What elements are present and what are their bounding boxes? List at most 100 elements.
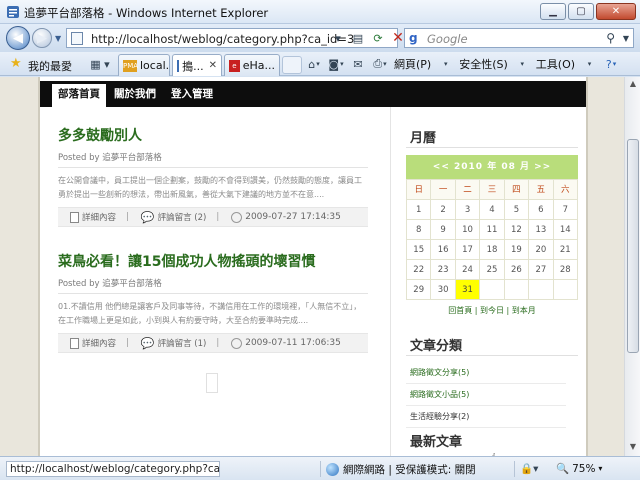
calendar-day[interactable]: 29: [407, 280, 432, 300]
calendar-weekday: 一: [431, 180, 456, 200]
protected-mode-icon[interactable]: 🔒▾: [520, 462, 538, 475]
clock-icon: [231, 337, 243, 349]
nav-about[interactable]: 關於我們: [110, 81, 160, 107]
post-date: 2009-07-27 17:14:35: [231, 211, 341, 223]
post-divider: [58, 167, 368, 168]
forward-button[interactable]: ▶: [32, 28, 52, 48]
calendar-day[interactable]: 31: [455, 280, 481, 300]
address-url[interactable]: http://localhost/weblog/category.php?ca_…: [91, 32, 354, 46]
calendar-weekday: 日: [407, 180, 432, 200]
calendar-day[interactable]: 6: [529, 200, 554, 220]
back-button[interactable]: ◀: [6, 26, 30, 50]
read-more-link[interactable]: 詳細內容: [70, 337, 116, 349]
nav-login[interactable]: 登入管理: [166, 81, 218, 107]
tab-localhost[interactable]: PMA local...: [118, 54, 170, 76]
calendar-day[interactable]: 11: [480, 220, 505, 240]
google-icon: g: [409, 31, 418, 45]
zoom-control[interactable]: 🔍 75% ▾: [556, 462, 602, 476]
calendar-day[interactable]: 25: [480, 260, 505, 280]
calendar-links[interactable]: 回首頁 | 到今日 | 到本月: [406, 305, 578, 316]
minimize-button[interactable]: ▁: [540, 3, 566, 20]
page-menu[interactable]: 網頁(P): [394, 56, 431, 72]
calendar-day[interactable]: 9: [431, 220, 456, 240]
calendar-day[interactable]: 24: [455, 260, 481, 280]
calendar-empty-cell: [504, 280, 530, 300]
comments-link[interactable]: 💬 評論留言 (2): [141, 211, 206, 224]
comments-link[interactable]: 💬 評論留言 (1): [141, 337, 206, 350]
category-link[interactable]: 網路徵文分享(5): [410, 367, 469, 378]
search-placeholder[interactable]: Google: [427, 32, 468, 46]
maximize-button[interactable]: ▢: [568, 3, 594, 20]
refresh-icon[interactable]: ⟳: [370, 29, 386, 47]
calendar-day[interactable]: 4: [480, 200, 505, 220]
home-icon[interactable]: ⌂ ▾: [306, 56, 322, 72]
calendar-day[interactable]: 27: [529, 260, 554, 280]
post-title[interactable]: 菜鳥必看！讓15個成功人物搖頭的壞習慣: [58, 251, 368, 271]
status-bar: http://localhost/weblog/category.php?ca_…: [0, 456, 640, 480]
post-title[interactable]: 多多鼓勵別人: [58, 125, 368, 145]
search-box[interactable]: g Google ⚲ ▼: [404, 28, 634, 48]
scrollbar-thumb[interactable]: [627, 139, 639, 353]
tools-menu-dropdown-icon[interactable]: ▾: [581, 56, 597, 72]
calendar-day[interactable]: 5: [504, 200, 530, 220]
calendar-day[interactable]: 22: [407, 260, 432, 280]
feeds-icon[interactable]: ◙ ▾: [328, 56, 344, 72]
category-divider: [406, 427, 566, 428]
calendar-day[interactable]: 7: [553, 200, 578, 220]
calendar-day[interactable]: 18: [480, 240, 505, 260]
command-bar: ⌂ ▾ ◙ ▾ ✉ ⎙ ▾ 網頁(P) ▾ 安全性(S) ▾ 工具(O) ▾ ? ▾: [306, 56, 619, 72]
calendar-day[interactable]: 3: [455, 200, 481, 220]
calendar-day[interactable]: 14: [553, 220, 578, 240]
calendar-day[interactable]: 15: [407, 240, 432, 260]
scroll-up-icon[interactable]: ▲: [627, 79, 639, 91]
calendar-day[interactable]: 10: [455, 220, 481, 240]
calendar-day[interactable]: 20: [529, 240, 554, 260]
calendar-day[interactable]: 26: [504, 260, 530, 280]
calendar-day[interactable]: 8: [407, 220, 432, 240]
favorites-star-icon[interactable]: ★: [10, 56, 22, 71]
close-button[interactable]: ✕: [596, 3, 636, 20]
favorites-button[interactable]: 我的最愛: [28, 58, 72, 74]
calendar-day[interactable]: 23: [431, 260, 456, 280]
address-dropdown-icon[interactable]: ▾: [330, 29, 346, 47]
new-tab-button[interactable]: [282, 56, 302, 74]
calendar-day[interactable]: 13: [529, 220, 554, 240]
security-zone[interactable]: 網際網路 | 受保護模式: 關閉: [326, 462, 476, 477]
read-more-link[interactable]: 詳細內容: [70, 211, 116, 223]
search-options-dropdown-icon[interactable]: ▼: [623, 34, 629, 43]
nav-home[interactable]: 部落首頁: [52, 81, 106, 107]
scroll-down-icon[interactable]: ▼: [627, 442, 639, 454]
recent-pages-dropdown-icon[interactable]: ▼: [55, 34, 61, 43]
calendar-day[interactable]: 21: [553, 240, 578, 260]
tools-menu[interactable]: 工具(O): [536, 56, 575, 72]
calendar-day[interactable]: 28: [553, 260, 578, 280]
tab-ehappy[interactable]: e eHa...: [224, 54, 280, 76]
page-menu-dropdown-icon[interactable]: ▾: [437, 56, 453, 72]
calendar-day[interactable]: 17: [455, 240, 481, 260]
tab-blog[interactable]: 搗... ✕: [172, 54, 222, 76]
zoom-dropdown-icon[interactable]: ▾: [598, 464, 602, 473]
pma-icon: PMA: [123, 59, 139, 72]
calendar-day[interactable]: 30: [431, 280, 456, 300]
help-icon[interactable]: ? ▾: [603, 56, 619, 72]
search-icon[interactable]: ⚲: [606, 31, 615, 45]
vertical-scrollbar[interactable]: ▲ ▼: [624, 77, 640, 456]
tab-close-icon[interactable]: ✕: [209, 60, 217, 71]
category-link[interactable]: 網路徵文小品(5): [410, 389, 469, 400]
category-link[interactable]: 生活經驗分享(2): [410, 411, 469, 422]
calendar-day[interactable]: 12: [504, 220, 530, 240]
mail-icon[interactable]: ✉: [350, 56, 366, 72]
status-separator: [514, 461, 515, 477]
calendar-month-nav[interactable]: << 2010 年 08 月 >>: [406, 155, 578, 179]
safety-menu-dropdown-icon[interactable]: ▾: [514, 56, 530, 72]
calendar-day[interactable]: 1: [407, 200, 432, 220]
quick-tabs-icon[interactable]: ▦ ▾: [86, 55, 114, 73]
print-icon[interactable]: ⎙ ▾: [372, 56, 388, 72]
calendar-day[interactable]: 19: [504, 240, 530, 260]
safety-menu[interactable]: 安全性(S): [459, 56, 508, 72]
page-viewport: 部落首頁 關於我們 登入管理 多多鼓勵別人 Posted by 追夢平台部落格 …: [0, 77, 624, 456]
compatibility-view-icon[interactable]: ▤: [350, 29, 366, 47]
calendar-day[interactable]: 2: [431, 200, 456, 220]
calendar-day[interactable]: 16: [431, 240, 456, 260]
calendar-weekday: 六: [553, 180, 578, 200]
